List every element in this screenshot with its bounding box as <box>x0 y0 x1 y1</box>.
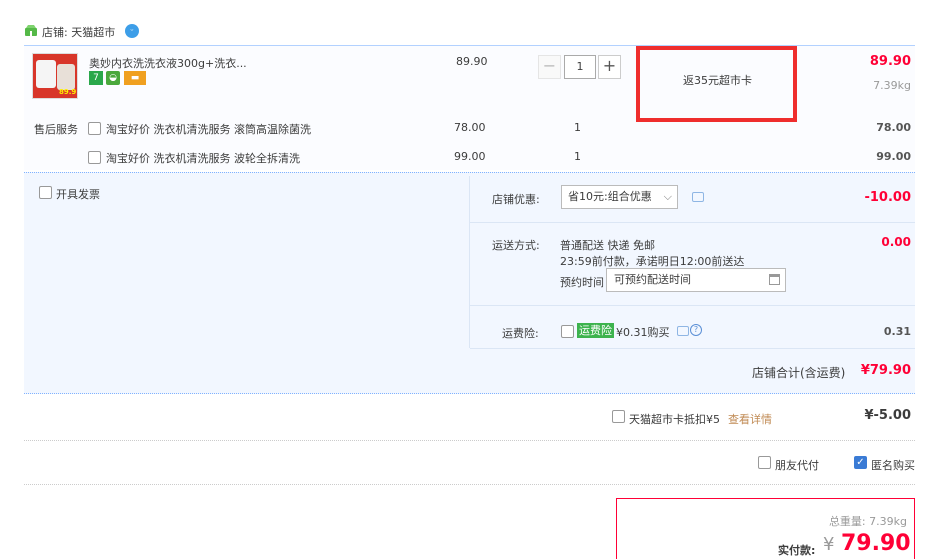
appointment-placeholder: 可预约配送时间 <box>614 273 691 286</box>
insurance-label: 运费险: <box>502 327 539 340</box>
service-total: 99.00 <box>876 150 911 163</box>
service-qty: 1 <box>574 121 581 134</box>
actual-payment-label: 实付款: <box>778 544 816 557</box>
shop-total-label: 店铺合计(含运费) <box>752 366 846 380</box>
service-checkbox[interactable] <box>88 122 101 135</box>
product-image[interactable]: 89.9 <box>32 53 78 99</box>
promo-text: 返35元超市卡 <box>683 74 752 87</box>
service-shield-icon: ◒ <box>106 71 120 85</box>
insurance-amount: 0.31 <box>883 325 911 338</box>
appointment-time-input[interactable]: 可预约配送时间 <box>606 268 786 292</box>
service-total: 78.00 <box>876 121 911 134</box>
supermarket-card-checkbox[interactable] <box>612 410 625 423</box>
message-icon[interactable] <box>677 326 689 336</box>
shop-coupon-label: 店铺优惠: <box>492 193 540 206</box>
product-title-link[interactable]: 奥妙内衣洗洗衣液300g+洗衣... <box>89 55 247 71</box>
coupon-select[interactable]: 省10元:组合优惠 ⌵ <box>561 185 678 209</box>
coupon-selected-value: 省10元:组合优惠 <box>568 190 652 203</box>
divider <box>24 484 915 485</box>
currency-symbol: ¥ <box>823 534 835 555</box>
shipping-amount: 0.00 <box>881 235 911 249</box>
chevron-down-icon: ⌵ <box>663 190 672 203</box>
service-qty: 1 <box>574 150 581 163</box>
quantity-decrease-button[interactable]: − <box>538 55 561 79</box>
insurance-checkbox[interactable] <box>561 325 574 338</box>
shop-name[interactable]: 店铺: 天猫超市 <box>42 24 115 40</box>
appointment-label: 预约时间 <box>560 276 604 289</box>
coupon-amount: -10.00 <box>864 190 911 205</box>
total-weight: 总重量: 7.39kg <box>828 515 907 528</box>
unit-price: 89.90 <box>456 55 488 68</box>
friend-pay-checkbox[interactable] <box>758 456 771 469</box>
anonymous-checkbox[interactable]: ✓ <box>854 456 867 469</box>
insurance-tag: 运费险 <box>577 323 614 338</box>
divider <box>470 348 915 349</box>
product-image-price: 89.9 <box>59 88 77 96</box>
supermarket-card-label[interactable]: 天猫超市卡抵扣¥5 <box>629 411 720 427</box>
friend-pay-label[interactable]: 朋友代付 <box>775 457 819 473</box>
card-deduction-amount: ¥-5.00 <box>864 408 911 423</box>
item-total: 89.90 <box>869 54 911 69</box>
shipping-label: 运送方式: <box>492 239 540 252</box>
invoice-checkbox[interactable] <box>39 186 52 199</box>
view-details-link[interactable]: 查看详情 <box>728 411 772 427</box>
service-price: 78.00 <box>454 121 486 134</box>
service-checkbox[interactable] <box>88 151 101 164</box>
seven-day-return-icon: 7 <box>89 71 103 85</box>
message-icon[interactable] <box>692 192 704 202</box>
service-price: 99.00 <box>454 150 486 163</box>
anonymous-label[interactable]: 匿名购买 <box>871 457 915 473</box>
service-name[interactable]: 淘宝好价 洗衣机清洗服务 滚筒高温除菌洗 <box>106 121 311 137</box>
invoice-label[interactable]: 开具发票 <box>56 186 100 202</box>
divider <box>470 305 915 306</box>
divider <box>24 440 915 441</box>
insurance-price: ¥0.31购买 <box>616 326 670 339</box>
item-weight: 7.39kg <box>873 79 911 92</box>
divider <box>469 176 470 348</box>
after-sales-label: 售后服务 <box>34 123 78 136</box>
shipping-method: 普通配送 快递 免邮 <box>560 239 655 252</box>
shipping-promise: 23:59前付款，承诺明日12:00前送达 <box>560 255 745 268</box>
help-icon[interactable]: ? <box>690 324 702 336</box>
service-name[interactable]: 淘宝好价 洗衣机清洗服务 波轮全拆清洗 <box>106 150 300 166</box>
divider <box>470 222 915 223</box>
quantity-increase-button[interactable]: + <box>598 55 621 79</box>
shop-total: ¥79.90 <box>860 363 911 378</box>
card-payment-icon: ▬ <box>124 71 146 85</box>
quantity-input[interactable]: 1 <box>564 55 596 79</box>
calendar-icon <box>769 274 780 285</box>
actual-payment-amount: 79.90 <box>841 531 911 556</box>
chat-icon[interactable]: ᵕ <box>125 24 139 38</box>
shop-icon <box>25 25 37 36</box>
